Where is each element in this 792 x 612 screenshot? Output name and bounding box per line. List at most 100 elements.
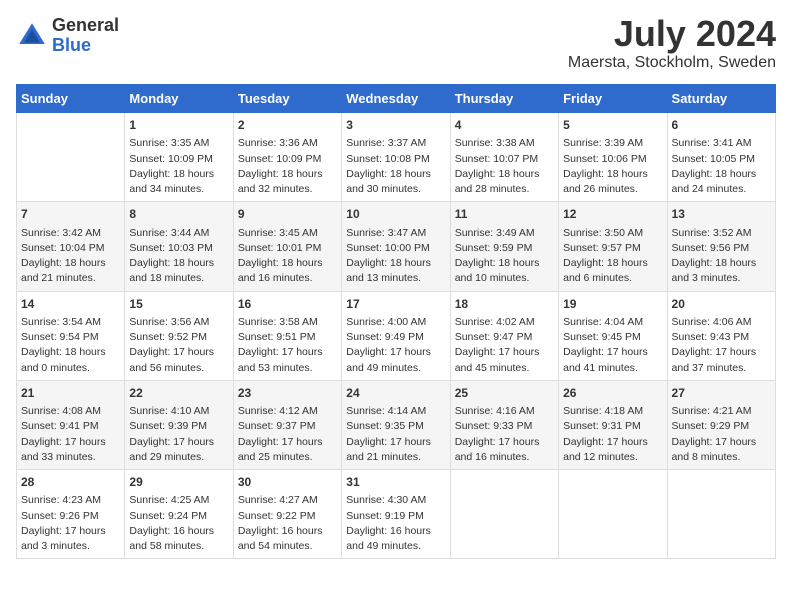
calendar-cell: 22 Sunrise: 4:10 AM Sunset: 9:39 PM Dayli… [125, 380, 233, 469]
day-content: Sunrise: 3:56 AM Sunset: 9:52 PM Dayligh… [129, 315, 228, 376]
calendar-cell: 25 Sunrise: 4:16 AM Sunset: 9:33 PM Dayli… [450, 380, 558, 469]
week-row: 1Sunrise: 3:35 AM Sunset: 10:09 PM Dayli… [17, 113, 776, 202]
calendar-cell: 12 Sunrise: 3:50 AM Sunset: 9:57 PM Dayli… [559, 202, 667, 291]
day-number: 17 [346, 296, 445, 313]
day-number: 15 [129, 296, 228, 313]
header-day-wednesday: Wednesday [342, 85, 450, 113]
day-number: 12 [563, 206, 662, 223]
calendar-cell: 1Sunrise: 3:35 AM Sunset: 10:09 PM Dayli… [125, 113, 233, 202]
logo-icon [16, 20, 48, 52]
day-number: 9 [238, 206, 337, 223]
calendar-cell: 7 Sunrise: 3:42 AM Sunset: 10:04 PM Dayli… [17, 202, 125, 291]
calendar-cell [17, 113, 125, 202]
calendar-cell: 8Sunrise: 3:44 AM Sunset: 10:03 PM Dayli… [125, 202, 233, 291]
day-number: 13 [672, 206, 771, 223]
calendar-cell: 27Sunrise: 4:21 AM Sunset: 9:29 PM Dayli… [667, 380, 775, 469]
day-content: Sunrise: 3:39 AM Sunset: 10:06 PM Daylig… [563, 136, 662, 197]
day-content: Sunrise: 3:54 AM Sunset: 9:54 PM Dayligh… [21, 315, 120, 376]
day-content: Sunrise: 4:12 AM Sunset: 9:37 PM Dayligh… [238, 404, 337, 465]
header-day-thursday: Thursday [450, 85, 558, 113]
day-content: Sunrise: 4:04 AM Sunset: 9:45 PM Dayligh… [563, 315, 662, 376]
day-number: 28 [21, 474, 120, 491]
day-number: 10 [346, 206, 445, 223]
logo-text: General Blue [52, 16, 119, 56]
location-subtitle: Maersta, Stockholm, Sweden [568, 54, 776, 72]
calendar-cell: 21 Sunrise: 4:08 AM Sunset: 9:41 PM Dayli… [17, 380, 125, 469]
calendar-cell [559, 470, 667, 559]
calendar-cell: 10 Sunrise: 3:47 AM Sunset: 10:00 PM Dayl… [342, 202, 450, 291]
day-number: 29 [129, 474, 228, 491]
day-number: 8 [129, 206, 228, 223]
day-content: Sunrise: 4:30 AM Sunset: 9:19 PM Dayligh… [346, 493, 445, 554]
day-content: Sunrise: 4:27 AM Sunset: 9:22 PM Dayligh… [238, 493, 337, 554]
calendar-header: SundayMondayTuesdayWednesdayThursdayFrid… [17, 85, 776, 113]
day-content: Sunrise: 4:16 AM Sunset: 9:33 PM Dayligh… [455, 404, 554, 465]
calendar-cell [667, 470, 775, 559]
calendar-body: 1Sunrise: 3:35 AM Sunset: 10:09 PM Dayli… [17, 113, 776, 559]
day-content: Sunrise: 3:38 AM Sunset: 10:07 PM Daylig… [455, 136, 554, 197]
day-content: Sunrise: 3:45 AM Sunset: 10:01 PM Daylig… [238, 226, 337, 287]
day-content: Sunrise: 4:25 AM Sunset: 9:24 PM Dayligh… [129, 493, 228, 554]
day-number: 26 [563, 385, 662, 402]
calendar-cell: 11Sunrise: 3:49 AM Sunset: 9:59 PM Dayli… [450, 202, 558, 291]
page-header: General Blue July 2024 Maersta, Stockhol… [16, 16, 776, 72]
calendar-cell: 9 Sunrise: 3:45 AM Sunset: 10:01 PM Dayli… [233, 202, 341, 291]
calendar-cell: 5Sunrise: 3:39 AM Sunset: 10:06 PM Dayli… [559, 113, 667, 202]
week-row: 14 Sunrise: 3:54 AM Sunset: 9:54 PM Dayli… [17, 291, 776, 380]
calendar-cell: 23Sunrise: 4:12 AM Sunset: 9:37 PM Dayli… [233, 380, 341, 469]
day-number: 30 [238, 474, 337, 491]
day-content: Sunrise: 3:49 AM Sunset: 9:59 PM Dayligh… [455, 226, 554, 287]
day-number: 21 [21, 385, 120, 402]
day-number: 3 [346, 117, 445, 134]
calendar-cell: 13 Sunrise: 3:52 AM Sunset: 9:56 PM Dayli… [667, 202, 775, 291]
day-content: Sunrise: 3:50 AM Sunset: 9:57 PM Dayligh… [563, 226, 662, 287]
day-content: Sunrise: 4:18 AM Sunset: 9:31 PM Dayligh… [563, 404, 662, 465]
day-content: Sunrise: 4:08 AM Sunset: 9:41 PM Dayligh… [21, 404, 120, 465]
header-row: SundayMondayTuesdayWednesdayThursdayFrid… [17, 85, 776, 113]
day-number: 1 [129, 117, 228, 134]
week-row: 21 Sunrise: 4:08 AM Sunset: 9:41 PM Dayli… [17, 380, 776, 469]
day-content: Sunrise: 3:36 AM Sunset: 10:09 PM Daylig… [238, 136, 337, 197]
calendar-cell [450, 470, 558, 559]
day-content: Sunrise: 3:41 AM Sunset: 10:05 PM Daylig… [672, 136, 771, 197]
day-number: 16 [238, 296, 337, 313]
calendar-cell: 6 Sunrise: 3:41 AM Sunset: 10:05 PM Dayli… [667, 113, 775, 202]
header-day-friday: Friday [559, 85, 667, 113]
logo-general-text: General [52, 16, 119, 36]
day-content: Sunrise: 3:52 AM Sunset: 9:56 PM Dayligh… [672, 226, 771, 287]
day-number: 25 [455, 385, 554, 402]
day-content: Sunrise: 4:06 AM Sunset: 9:43 PM Dayligh… [672, 315, 771, 376]
day-number: 14 [21, 296, 120, 313]
day-content: Sunrise: 4:21 AM Sunset: 9:29 PM Dayligh… [672, 404, 771, 465]
logo: General Blue [16, 16, 119, 56]
calendar-cell: 15 Sunrise: 3:56 AM Sunset: 9:52 PM Dayli… [125, 291, 233, 380]
day-number: 31 [346, 474, 445, 491]
calendar-cell: 16 Sunrise: 3:58 AM Sunset: 9:51 PM Dayli… [233, 291, 341, 380]
day-number: 4 [455, 117, 554, 134]
week-row: 28 Sunrise: 4:23 AM Sunset: 9:26 PM Dayli… [17, 470, 776, 559]
day-number: 6 [672, 117, 771, 134]
day-number: 24 [346, 385, 445, 402]
calendar-cell: 20Sunrise: 4:06 AM Sunset: 9:43 PM Dayli… [667, 291, 775, 380]
calendar-cell: 4 Sunrise: 3:38 AM Sunset: 10:07 PM Dayli… [450, 113, 558, 202]
day-content: Sunrise: 3:42 AM Sunset: 10:04 PM Daylig… [21, 226, 120, 287]
calendar-cell: 18Sunrise: 4:02 AM Sunset: 9:47 PM Dayli… [450, 291, 558, 380]
title-section: July 2024 Maersta, Stockholm, Sweden [568, 16, 776, 72]
header-day-tuesday: Tuesday [233, 85, 341, 113]
day-content: Sunrise: 3:47 AM Sunset: 10:00 PM Daylig… [346, 226, 445, 287]
calendar-cell: 31 Sunrise: 4:30 AM Sunset: 9:19 PM Dayli… [342, 470, 450, 559]
logo-blue-text: Blue [52, 36, 119, 56]
week-row: 7 Sunrise: 3:42 AM Sunset: 10:04 PM Dayli… [17, 202, 776, 291]
calendar-cell: 30 Sunrise: 4:27 AM Sunset: 9:22 PM Dayli… [233, 470, 341, 559]
day-number: 7 [21, 206, 120, 223]
calendar-cell: 14 Sunrise: 3:54 AM Sunset: 9:54 PM Dayli… [17, 291, 125, 380]
day-content: Sunrise: 4:00 AM Sunset: 9:49 PM Dayligh… [346, 315, 445, 376]
day-number: 22 [129, 385, 228, 402]
day-content: Sunrise: 4:10 AM Sunset: 9:39 PM Dayligh… [129, 404, 228, 465]
calendar-cell: 26 Sunrise: 4:18 AM Sunset: 9:31 PM Dayli… [559, 380, 667, 469]
header-day-saturday: Saturday [667, 85, 775, 113]
day-content: Sunrise: 3:58 AM Sunset: 9:51 PM Dayligh… [238, 315, 337, 376]
day-content: Sunrise: 4:23 AM Sunset: 9:26 PM Dayligh… [21, 493, 120, 554]
header-day-monday: Monday [125, 85, 233, 113]
calendar-cell: 24Sunrise: 4:14 AM Sunset: 9:35 PM Dayli… [342, 380, 450, 469]
